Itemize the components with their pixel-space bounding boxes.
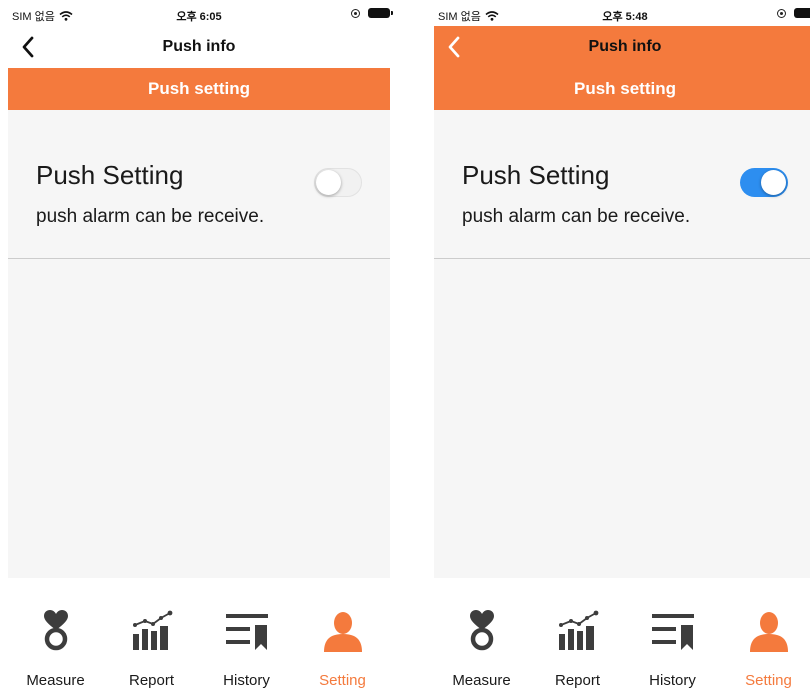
toggle-knob: [316, 170, 341, 195]
setting-title: Push Setting: [36, 160, 184, 190]
push-setting-row: Push Setting push alarm can be receive.: [434, 110, 810, 259]
section-header: Push setting: [434, 68, 810, 110]
setting-description: push alarm can be receive.: [36, 206, 265, 227]
bar-chart-icon: [133, 610, 173, 650]
tab-history[interactable]: History: [625, 578, 720, 691]
tab-measure[interactable]: Measure: [434, 578, 529, 691]
chevron-left-icon: [22, 36, 34, 58]
tab-bar: Measure Report History Setting: [8, 578, 390, 691]
status-bar: SIM 없음 오후 6:05: [8, 0, 393, 26]
status-time: 오후 5:48: [602, 11, 648, 23]
battery-icon: [368, 8, 393, 18]
content-area: Push Setting push alarm can be receive.: [434, 110, 810, 578]
section-title: Push setting: [573, 79, 676, 98]
push-toggle[interactable]: [740, 168, 788, 197]
tab-label: Report: [128, 672, 175, 689]
page-title: Push info: [588, 38, 662, 55]
tab-label: Measure: [26, 672, 85, 689]
back-button[interactable]: [442, 34, 466, 60]
orientation-lock-icon: [777, 8, 786, 18]
toggle-knob: [761, 170, 786, 195]
screen-push-off: SIM 없음 오후 6:05 Push info Push setting Pu…: [8, 0, 393, 691]
tab-label: History: [649, 672, 696, 689]
back-button[interactable]: [16, 34, 40, 60]
status-time: 오후 6:05: [176, 11, 222, 23]
tab-label: Report: [554, 672, 601, 689]
tab-setting[interactable]: Setting: [295, 578, 390, 691]
tab-bar: Measure Report History Setting: [434, 578, 810, 691]
page-title: Push info: [162, 38, 236, 55]
tab-setting[interactable]: Setting: [721, 578, 810, 691]
tab-measure[interactable]: Measure: [8, 578, 103, 691]
bar-chart-icon: [559, 610, 599, 650]
tab-label: Measure: [452, 672, 511, 689]
tab-report[interactable]: Report: [530, 578, 625, 691]
orientation-lock-icon: [351, 8, 360, 18]
chevron-left-icon: [448, 36, 460, 58]
section-title: Push setting: [147, 79, 250, 98]
tab-label: History: [223, 672, 270, 689]
tab-label: Setting: [319, 672, 366, 689]
push-setting-row: Push Setting push alarm can be receive.: [8, 110, 390, 259]
push-toggle[interactable]: [314, 168, 362, 197]
heart-ring-icon: [470, 610, 494, 651]
history-list-icon: [226, 614, 268, 650]
person-icon: [750, 612, 788, 652]
heart-ring-icon: [44, 610, 68, 651]
content-area: Push Setting push alarm can be receive.: [8, 110, 390, 578]
section-header: Push setting: [8, 68, 390, 110]
setting-description: push alarm can be receive.: [462, 206, 691, 227]
nav-bar: Push info: [8, 26, 390, 68]
status-bar: SIM 없음 오후 5:48: [434, 0, 810, 26]
screen-push-on: SIM 없음 오후 5:48 Push info Push setting Pu…: [434, 0, 810, 691]
battery-icon: [794, 8, 810, 18]
person-icon: [324, 612, 362, 652]
tab-report[interactable]: Report: [104, 578, 199, 691]
tab-history[interactable]: History: [199, 578, 294, 691]
history-list-icon: [652, 614, 694, 650]
setting-title: Push Setting: [462, 160, 610, 190]
nav-bar: Push info: [434, 26, 810, 68]
tab-label: Setting: [745, 672, 792, 689]
